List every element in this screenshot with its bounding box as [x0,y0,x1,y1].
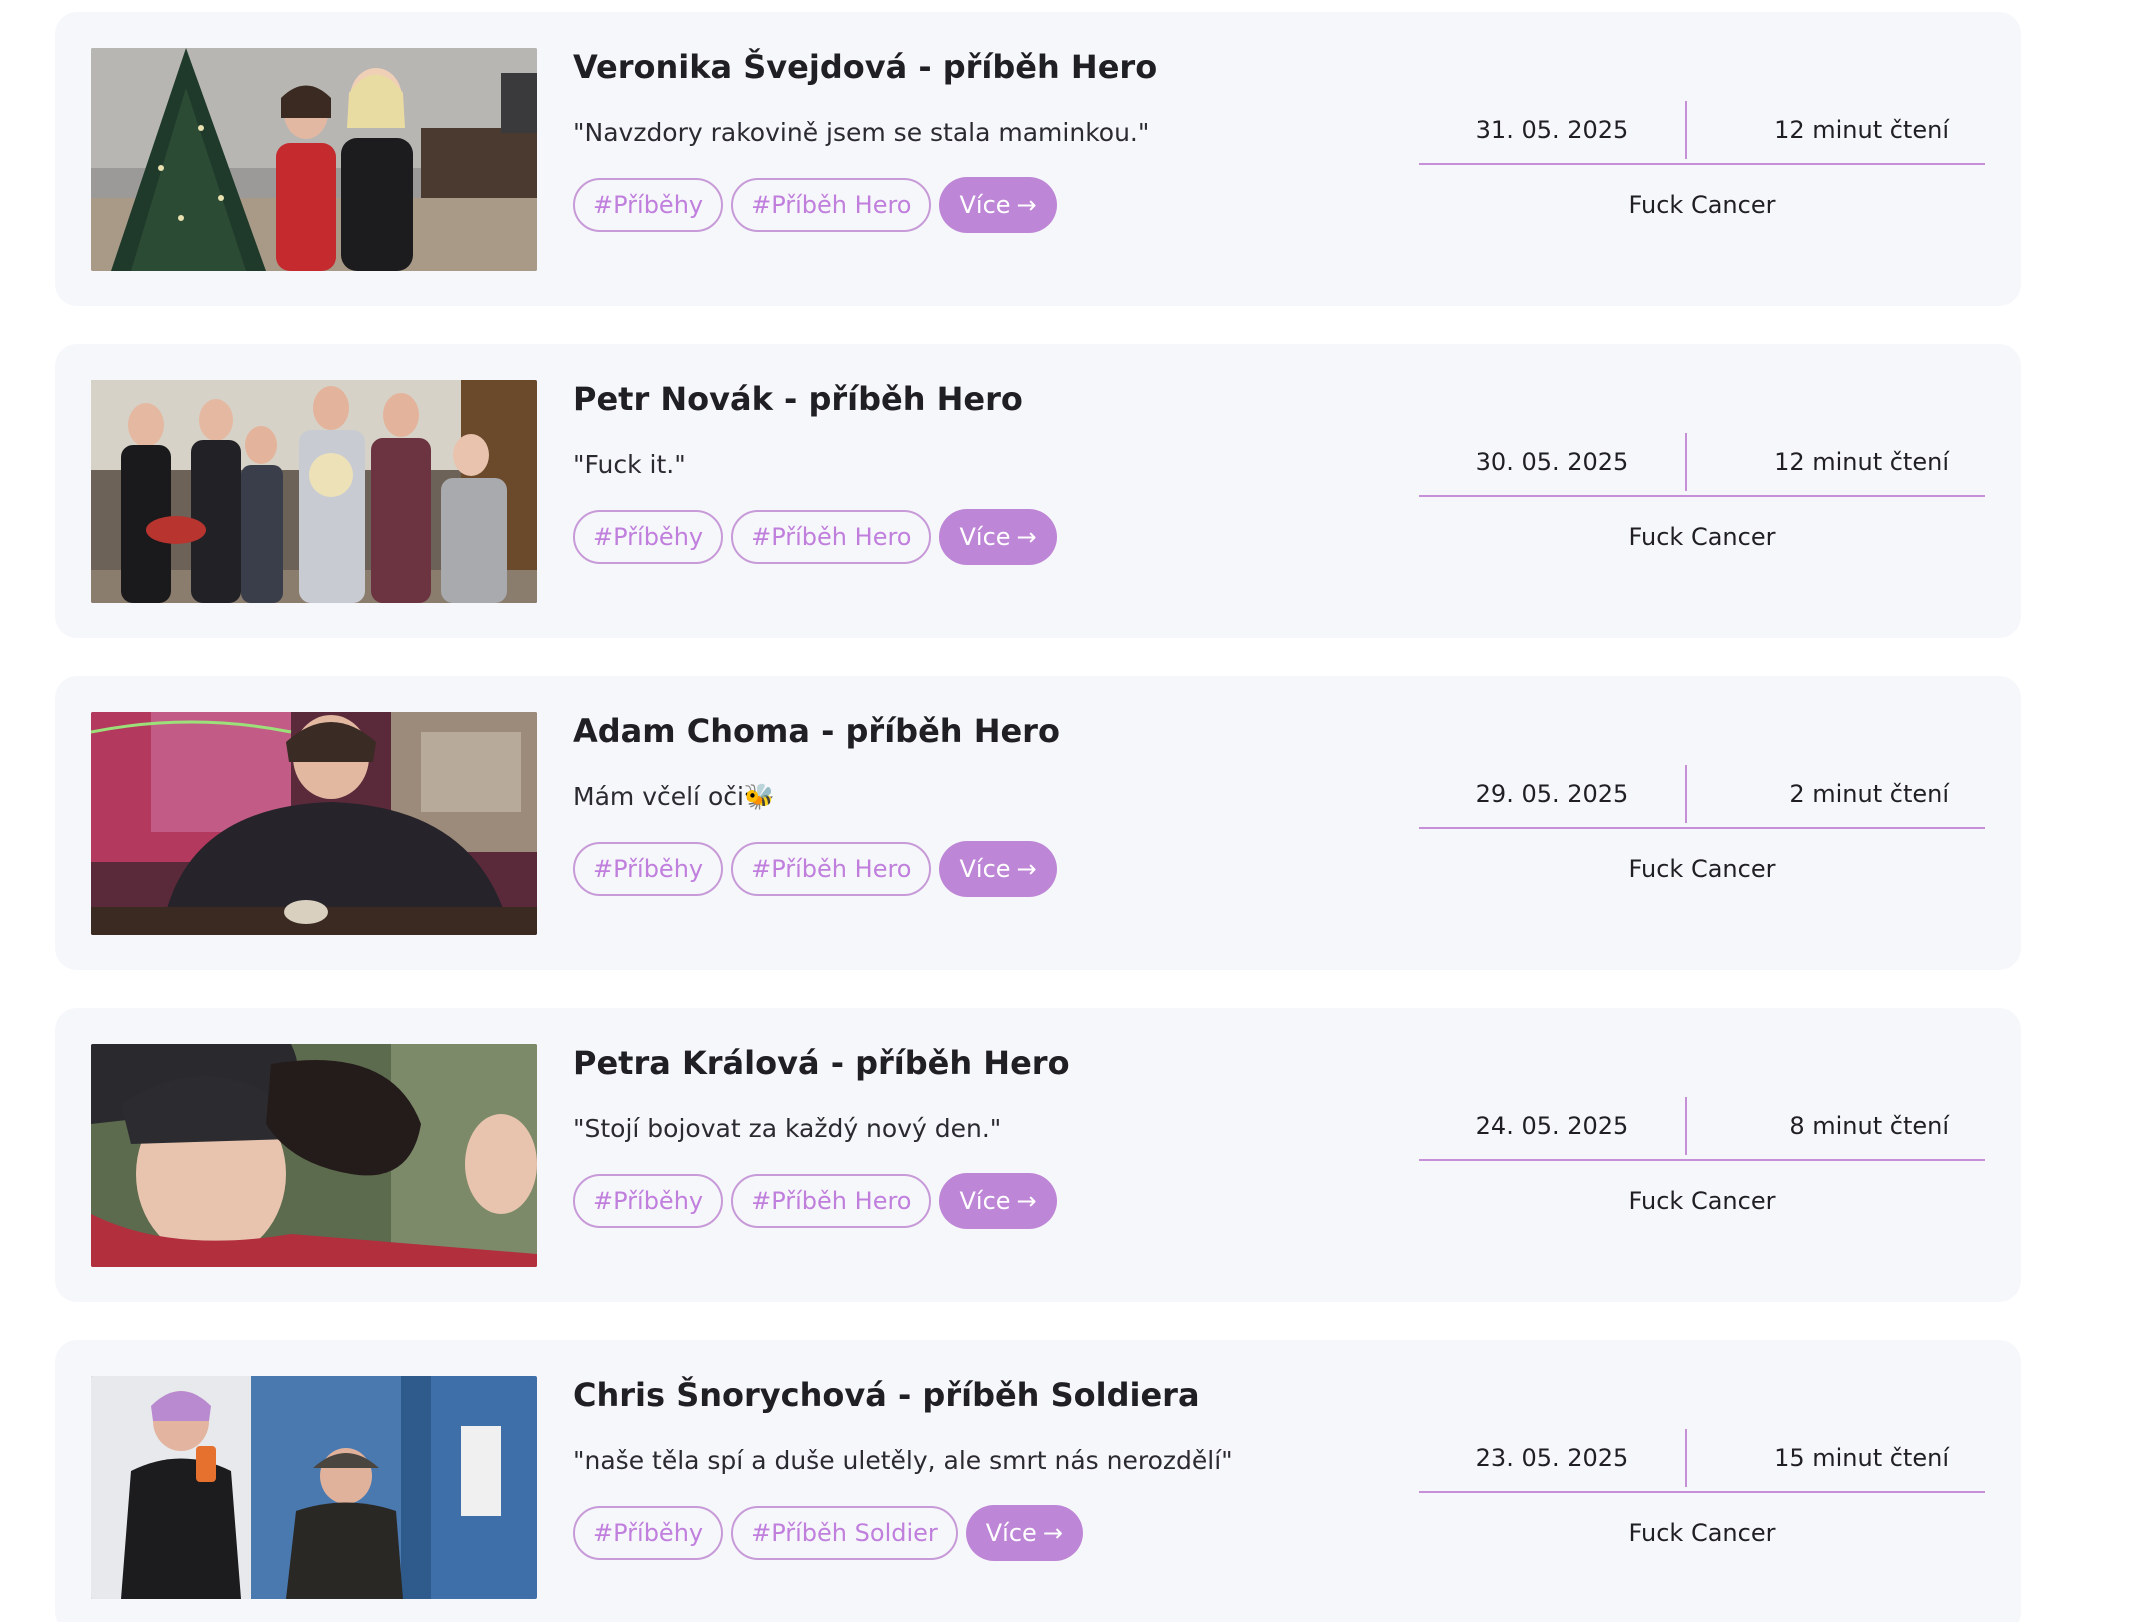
more-button[interactable]: Více → [939,509,1057,565]
more-button-label: Více [959,191,1011,219]
article-quote: "Stojí bojovat za každý nový den." [573,1114,1002,1143]
arrow-right-icon: → [1016,191,1037,219]
more-button[interactable]: Více → [965,1505,1083,1561]
reading-time: 12 minut čtení [1774,116,1949,144]
article-quote: "naše těla spí a duše uletěly, ale smrt … [573,1446,1233,1475]
article-meta: 23. 05. 2025 15 minut čtení Fuck Cancer [1419,1425,1985,1595]
meta-row: 31. 05. 2025 12 minut čtení [1419,97,1985,165]
photo-mirror-selfie [91,1376,537,1599]
tag-pribehy[interactable]: #Příběhy [573,510,724,564]
article-date: 30. 05. 2025 [1475,448,1629,476]
article-thumbnail[interactable] [91,1044,537,1267]
article-author: Fuck Cancer [1628,1519,1776,1547]
meta-row: 23. 05. 2025 15 minut čtení [1419,1425,1985,1493]
more-button-label: Více [959,523,1011,551]
tag-pribehy[interactable]: #Příběhy [573,178,724,232]
tag-pribeh-type[interactable]: #Příběh Hero [731,510,932,564]
reading-time: 15 minut čtení [1774,1444,1949,1472]
tag-pribeh-type[interactable]: #Příběh Hero [731,842,932,896]
photo-woman-horse [91,1044,537,1267]
article-thumbnail[interactable] [91,1376,537,1599]
article-title[interactable]: Petr Novák - příběh Hero [573,380,1023,418]
article-card: Petra Králová - příběh Hero "Stojí bojov… [55,1008,2021,1302]
article-quote: "Fuck it." [573,450,686,479]
article-list: Veronika Švejdová - příběh Hero "Navzdor… [55,12,2021,1622]
meta-row: 24. 05. 2025 8 minut čtení [1419,1093,1985,1161]
tag-pribehy[interactable]: #Příběhy [573,1506,724,1560]
article-thumbnail[interactable] [91,380,537,603]
tag-pribehy[interactable]: #Příběhy [573,1174,724,1228]
article-meta: 31. 05. 2025 12 minut čtení Fuck Cancer [1419,97,1985,267]
tag-pribeh-type[interactable]: #Příběh Hero [731,1174,932,1228]
article-author: Fuck Cancer [1628,855,1776,883]
article-card: Petr Novák - příběh Hero "Fuck it." #Pří… [55,344,2021,638]
article-thumbnail[interactable] [91,48,537,271]
meta-row: 30. 05. 2025 12 minut čtení [1419,429,1985,497]
reading-time: 12 minut čtení [1774,448,1949,476]
tag-pribeh-type[interactable]: #Příběh Hero [731,178,932,232]
meta-row: 29. 05. 2025 2 minut čtení [1419,761,1985,829]
article-thumbnail[interactable] [91,712,537,935]
more-button-label: Více [959,855,1011,883]
article-title[interactable]: Petra Králová - příběh Hero [573,1044,1070,1082]
arrow-right-icon: → [1016,855,1037,883]
article-tags: #Příběhy #Příběh Hero Více → [573,841,1057,897]
article-author: Fuck Cancer [1628,191,1776,219]
more-button[interactable]: Více → [939,1173,1057,1229]
article-meta: 30. 05. 2025 12 minut čtení Fuck Cancer [1419,429,1985,599]
reading-time: 8 minut čtení [1789,1112,1949,1140]
article-meta: 24. 05. 2025 8 minut čtení Fuck Cancer [1419,1093,1985,1263]
article-card: Adam Choma - příběh Hero Mám včelí oči🐝 … [55,676,2021,970]
article-quote: Mám včelí oči🐝 [573,782,776,811]
article-quote: "Navzdory rakovině jsem se stala maminko… [573,118,1150,147]
photo-christmas-family [91,48,537,271]
tag-pribehy[interactable]: #Příběhy [573,842,724,896]
article-tags: #Příběhy #Příběh Hero Více → [573,177,1057,233]
tag-pribeh-type[interactable]: #Příběh Soldier [731,1506,958,1560]
article-card: Veronika Švejdová - příběh Hero "Navzdor… [55,12,2021,306]
article-date: 24. 05. 2025 [1475,1112,1629,1140]
more-button-label: Více [959,1187,1011,1215]
article-meta: 29. 05. 2025 2 minut čtení Fuck Cancer [1419,761,1985,931]
more-button-label: Více [985,1519,1037,1547]
article-author: Fuck Cancer [1628,523,1776,551]
article-title[interactable]: Chris Šnorychová - příběh Soldiera [573,1376,1200,1414]
more-button[interactable]: Více → [939,177,1057,233]
article-title[interactable]: Adam Choma - příběh Hero [573,712,1060,750]
article-tags: #Příběhy #Příběh Soldier Více → [573,1505,1083,1561]
article-tags: #Příběhy #Příběh Hero Více → [573,509,1057,565]
arrow-right-icon: → [1016,523,1037,551]
arrow-right-icon: → [1042,1519,1063,1547]
photo-young-man-cafe [91,712,537,935]
article-tags: #Příběhy #Příběh Hero Více → [573,1173,1057,1229]
photo-family-group [91,380,537,603]
article-card: Chris Šnorychová - příběh Soldiera "naše… [55,1340,2021,1622]
article-date: 31. 05. 2025 [1475,116,1629,144]
article-title[interactable]: Veronika Švejdová - příběh Hero [573,48,1157,86]
article-date: 23. 05. 2025 [1475,1444,1629,1472]
reading-time: 2 minut čtení [1789,780,1949,808]
article-author: Fuck Cancer [1628,1187,1776,1215]
article-date: 29. 05. 2025 [1475,780,1629,808]
more-button[interactable]: Více → [939,841,1057,897]
arrow-right-icon: → [1016,1187,1037,1215]
